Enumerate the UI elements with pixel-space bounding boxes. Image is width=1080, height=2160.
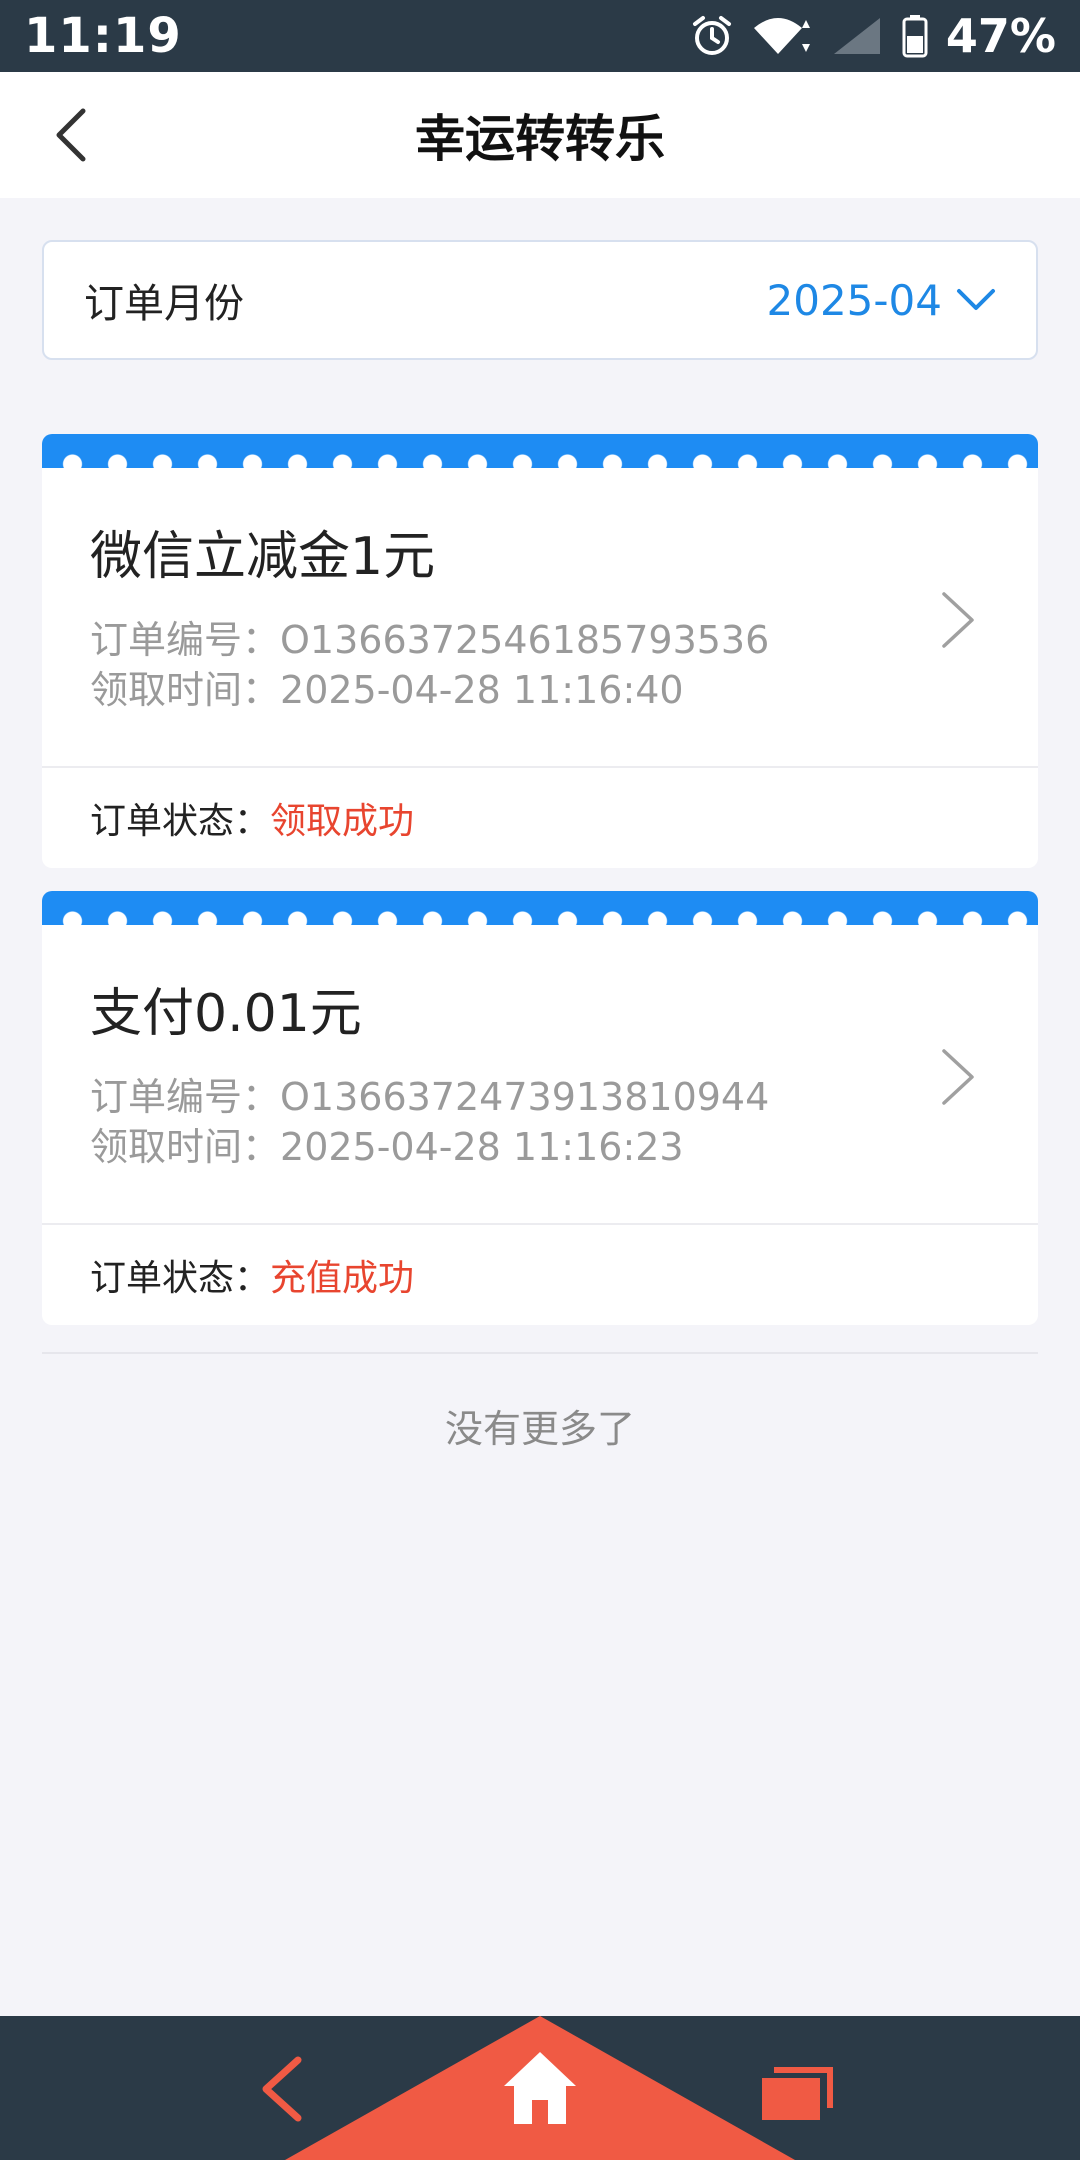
status-time: 11:19 xyxy=(24,8,182,64)
chevron-right-icon[interactable] xyxy=(938,1047,978,1107)
status-icons: 47% xyxy=(690,9,1056,63)
status-bar: 11:19 47% xyxy=(0,0,1080,72)
nav-back-button[interactable] xyxy=(256,2054,306,2124)
order-time-label: 领取时间： xyxy=(90,1125,281,1169)
order-number: O1366372473913810944 xyxy=(280,1075,770,1119)
page-title: 幸运转转乐 xyxy=(415,110,665,168)
order-title: 微信立减金1元 xyxy=(90,527,436,587)
chevron-left-icon xyxy=(56,108,86,162)
order-number: O1366372546185793536 xyxy=(280,618,770,662)
battery-percent: 47% xyxy=(945,9,1056,63)
order-number-line: 订单编号：O1366372473913810944 xyxy=(90,1072,990,1122)
order-card[interactable]: 支付0.01元 订单编号：O1366372473913810944 领取时间：2… xyxy=(42,891,1038,1325)
month-selector[interactable]: 订单月份 2025-04 xyxy=(42,240,1038,360)
order-card-footer: 订单状态： 领取成功 xyxy=(42,768,1038,868)
alarm-icon xyxy=(690,14,734,58)
order-number-label: 订单编号： xyxy=(90,1075,281,1119)
order-time-line: 领取时间：2025-04-28 11:16:40 xyxy=(90,665,990,715)
order-card-footer: 订单状态： 充值成功 xyxy=(42,1225,1038,1325)
wifi-icon xyxy=(752,14,812,58)
order-time-line: 领取时间：2025-04-28 11:16:23 xyxy=(90,1122,990,1172)
card-top-band xyxy=(42,891,1038,931)
order-card[interactable]: 微信立减金1元 订单编号：O1366372546185793536 领取时间：2… xyxy=(42,434,1038,868)
app-header: 幸运转转乐 xyxy=(0,72,1080,198)
order-card-body[interactable]: 微信立减金1元 订单编号：O1366372546185793536 领取时间：2… xyxy=(42,468,1038,768)
chevron-right-icon[interactable] xyxy=(938,590,978,650)
order-number-label: 订单编号： xyxy=(90,618,281,662)
list-divider xyxy=(42,1352,1038,1354)
bottom-nav-bar xyxy=(0,2016,1080,2160)
order-status-label: 订单状态： xyxy=(90,1258,271,1299)
order-status: 领取成功 xyxy=(270,801,415,842)
order-card-body[interactable]: 支付0.01元 订单编号：O1366372473913810944 领取时间：2… xyxy=(42,925,1038,1225)
order-status-label: 订单状态： xyxy=(90,801,271,842)
nav-home-button[interactable] xyxy=(500,2048,580,2128)
battery-icon xyxy=(902,14,928,58)
order-time: 2025-04-28 11:16:40 xyxy=(280,668,684,712)
order-time: 2025-04-28 11:16:23 xyxy=(280,1125,684,1169)
order-number-line: 订单编号：O1366372546185793536 xyxy=(90,615,990,665)
month-value-wrap[interactable]: 2025-04 xyxy=(767,276,997,325)
back-button[interactable] xyxy=(36,100,106,170)
order-time-label: 领取时间： xyxy=(90,668,281,712)
nav-recent-apps-button[interactable] xyxy=(760,2060,836,2124)
card-top-band xyxy=(42,434,1038,474)
chevron-down-icon xyxy=(957,289,995,310)
month-value: 2025-04 xyxy=(766,275,943,325)
order-status: 充值成功 xyxy=(270,1258,415,1299)
signal-icon xyxy=(830,14,884,58)
order-title: 支付0.01元 xyxy=(90,984,362,1044)
no-more-text: 没有更多了 xyxy=(444,1407,635,1451)
month-label: 订单月份 xyxy=(84,281,244,327)
